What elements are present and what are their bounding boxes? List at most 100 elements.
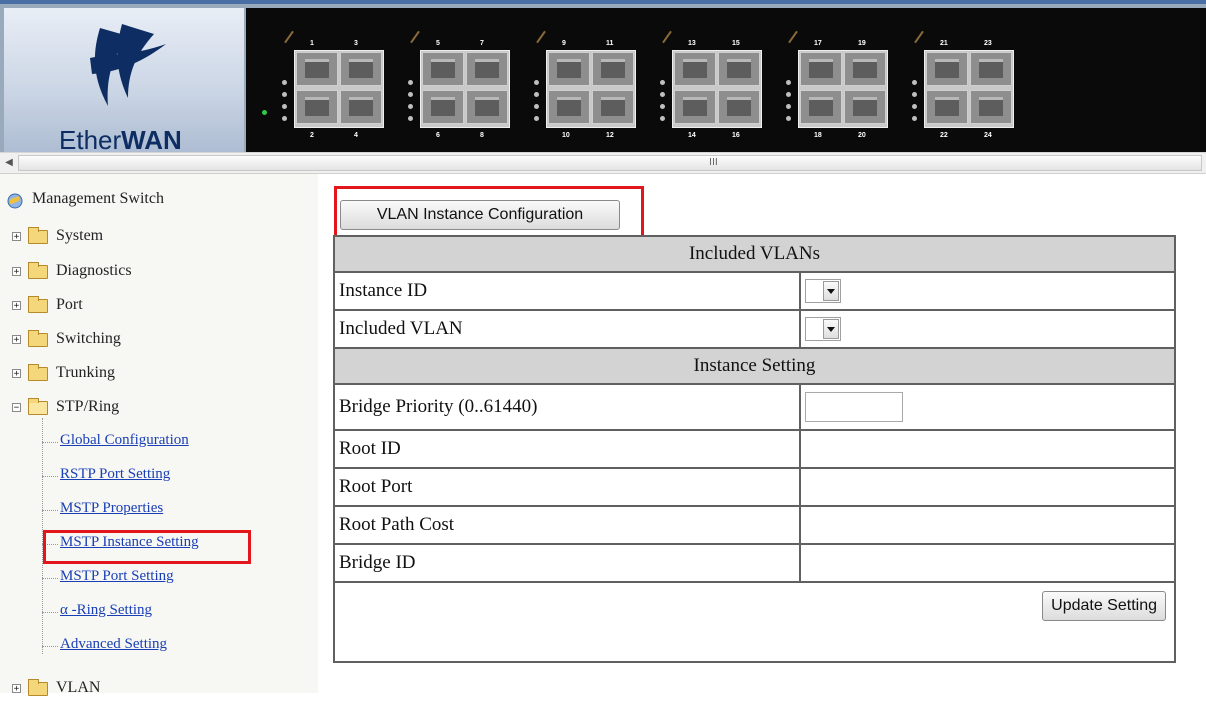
tree-guide-line — [42, 578, 58, 579]
expand-icon[interactable]: + — [12, 267, 21, 277]
open-folder-icon — [28, 398, 48, 415]
scrollbar-thumb[interactable]: III — [18, 155, 1202, 171]
logo-panel: EtherWAN — [4, 8, 244, 155]
instance-id-cell — [799, 271, 1176, 311]
status-led-icon — [912, 80, 917, 85]
port-number-label: 18 — [814, 132, 822, 139]
chevron-down-icon[interactable] — [823, 319, 839, 339]
bridge-priority-input[interactable] — [805, 392, 903, 422]
instance-config-table: Included VLANs Instance ID Included VLAN… — [333, 235, 1176, 663]
power-led-icon — [262, 110, 267, 115]
switch-front-panel: 1 2 3 4 5 6 7 8 9 10 11 12 13 14 15 16 17 18 19 20 21 22 23 24 — [246, 8, 1206, 152]
expand-icon[interactable]: + — [12, 335, 21, 345]
ethernet-port-icon — [970, 90, 1012, 124]
port-number-label: 7 — [480, 40, 484, 47]
port-number-label: 4 — [354, 132, 358, 139]
port-number-label: 20 — [858, 132, 866, 139]
port-number-label: 19 — [858, 40, 866, 47]
expand-icon[interactable]: + — [12, 232, 21, 242]
ethernet-port-icon — [548, 52, 590, 86]
sidebar-link-mstp-properties[interactable]: MSTP Properties — [60, 500, 163, 517]
tree-guide-line — [42, 442, 58, 443]
scrollbar-grip-icon: III — [709, 157, 718, 168]
port-number-label: 23 — [984, 40, 992, 47]
tree-item-vlan[interactable]: + VLAN — [0, 671, 318, 705]
expand-icon[interactable]: + — [12, 369, 21, 379]
port-number-label: 22 — [940, 132, 948, 139]
ethernet-port-icon — [340, 90, 382, 124]
port-number-label: 9 — [562, 40, 566, 47]
bridge-priority-label: Bridge Priority (0..61440) — [333, 383, 801, 431]
collapse-icon[interactable]: − — [12, 403, 21, 413]
ethernet-port-icon — [548, 90, 590, 124]
port-number-label: 24 — [984, 132, 992, 139]
port-number-label: 2 — [310, 132, 314, 139]
ethernet-port-icon — [800, 90, 842, 124]
bridge-id-value — [799, 543, 1176, 583]
horizontal-scrollbar[interactable]: ◀ III — [0, 152, 1206, 174]
sidebar-link-advanced-setting[interactable]: Advanced Setting — [60, 636, 167, 653]
globe-icon — [7, 193, 23, 209]
instance-id-select[interactable] — [805, 279, 841, 303]
status-led-icon — [786, 80, 791, 85]
status-led-icon — [408, 80, 413, 85]
expand-icon[interactable]: + — [12, 684, 21, 694]
tree-item-stp-ring[interactable]: − STP/Ring — [0, 390, 318, 424]
status-led-icon — [408, 92, 413, 97]
highlight-box-mstp-instance — [43, 530, 251, 564]
tree-item-switching[interactable]: + Switching — [0, 322, 318, 356]
status-led-icon — [660, 92, 665, 97]
vlan-instance-configuration-button[interactable]: VLAN Instance Configuration — [340, 200, 620, 230]
tree-item-port[interactable]: + Port — [0, 288, 318, 322]
ethernet-port-icon — [926, 52, 968, 86]
port-number-label: 3 — [354, 40, 358, 47]
sidebar-link-global-configuration[interactable]: Global Configuration — [60, 432, 189, 449]
port-number-label: 17 — [814, 40, 822, 47]
root-port-value — [799, 467, 1176, 507]
ethernet-port-icon — [340, 52, 382, 86]
tree-item-system[interactable]: + System — [0, 219, 318, 253]
ethernet-port-icon — [674, 52, 716, 86]
status-led-icon — [534, 92, 539, 97]
expand-icon[interactable]: + — [12, 301, 21, 311]
sidebar-link-ring-setting[interactable]: α -Ring Setting — [60, 602, 152, 619]
port-number-label: 14 — [688, 132, 696, 139]
status-led-icon — [912, 116, 917, 121]
chevron-down-icon[interactable] — [823, 281, 839, 301]
update-setting-button[interactable]: Update Setting — [1042, 591, 1166, 621]
tree-root[interactable]: Management Switch — [0, 186, 318, 220]
status-led-icon — [282, 80, 287, 85]
ethernet-port-icon — [466, 90, 508, 124]
tree-item-trunking[interactable]: + Trunking — [0, 356, 318, 390]
scroll-left-arrow-icon[interactable]: ◀ — [2, 155, 16, 171]
root-path-cost-value — [799, 505, 1176, 545]
tree-item-label: STP/Ring — [56, 398, 120, 415]
instance-id-label: Instance ID — [333, 271, 801, 311]
panel-divider-icon — [914, 30, 924, 44]
sidebar-link-rstp-port-setting[interactable]: RSTP Port Setting — [60, 466, 170, 483]
port-number-label: 1 — [310, 40, 314, 47]
ethernet-port-icon — [718, 52, 760, 86]
panel-divider-icon — [536, 30, 546, 44]
ethernet-port-icon — [926, 90, 968, 124]
ethernet-port-icon — [800, 52, 842, 86]
status-led-icon — [408, 104, 413, 109]
ethernet-port-icon — [844, 90, 886, 124]
etherwan-logo-icon — [90, 24, 166, 106]
root-port-label: Root Port — [333, 467, 801, 507]
tree-item-label: VLAN — [56, 679, 101, 696]
status-led-icon — [786, 104, 791, 109]
instance-setting-header: Instance Setting — [333, 347, 1176, 385]
root-path-cost-label: Root Path Cost — [333, 505, 801, 545]
included-vlan-label: Included VLAN — [333, 309, 801, 349]
status-led-icon — [660, 116, 665, 121]
status-led-icon — [912, 92, 917, 97]
status-led-icon — [534, 116, 539, 121]
ethernet-port-icon — [422, 90, 464, 124]
tree-item-diagnostics[interactable]: + Diagnostics — [0, 254, 318, 288]
top-border — [0, 0, 1206, 4]
included-vlan-select[interactable] — [805, 317, 841, 341]
sidebar-link-mstp-port-setting[interactable]: MSTP Port Setting — [60, 568, 174, 585]
tree-item-label: Port — [56, 296, 83, 313]
header-banner: EtherWAN 1 2 3 4 5 6 7 8 9 10 11 12 13 14 15 16 17 18 19 20… — [0, 0, 1206, 155]
